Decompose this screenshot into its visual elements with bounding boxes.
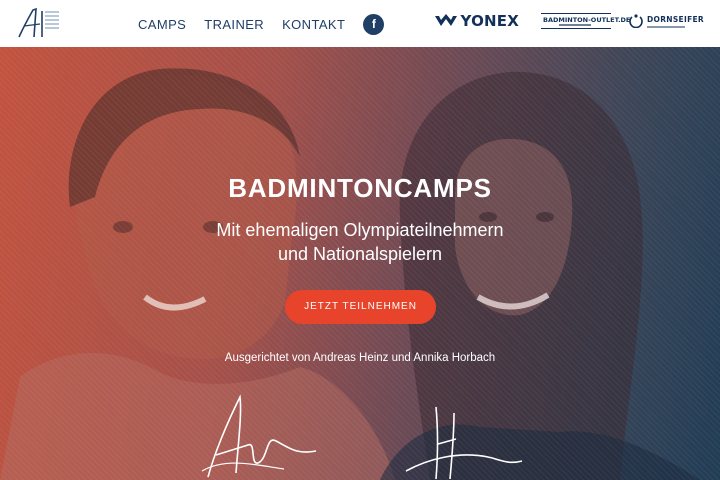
nav-kontakt[interactable]: KONTAKT bbox=[282, 16, 345, 34]
hero-section: BADMINTONCAMPS Mit ehemaligen Olympiatei… bbox=[0, 47, 720, 480]
yonex-logo[interactable]: YONEX bbox=[434, 12, 519, 30]
nav-camps[interactable]: CAMPS bbox=[138, 16, 186, 34]
facebook-icon[interactable]: f bbox=[363, 14, 385, 35]
ah-monogram-logo[interactable] bbox=[16, 6, 60, 40]
dornseifer-text: DORNSEIFER bbox=[647, 14, 704, 24]
yonex-text: YONEX bbox=[460, 12, 519, 30]
signature-andreas-heinz bbox=[201, 394, 317, 478]
nav-trainer[interactable]: TRAINER bbox=[204, 16, 264, 34]
dornseifer-tagline bbox=[647, 25, 685, 28]
hero-subtitle: Mit ehemaligen Olympiateilnehmern und Na… bbox=[0, 218, 720, 266]
jetzt-teilnehmen-button[interactable]: JETZT TEILNEHMEN bbox=[285, 290, 436, 324]
badminton-outlet-tagline bbox=[559, 24, 591, 26]
dornseifer-logo[interactable]: DORNSEIFER bbox=[629, 14, 704, 28]
yonex-mark-icon bbox=[434, 14, 457, 26]
hero-subtitle-line1: Mit ehemaligen Olympiateilnehmern bbox=[216, 220, 504, 240]
signature-annika-horbach bbox=[405, 406, 523, 480]
sponsor-logos: YONEX BADMINTON-OUTLET.DE DORNSEIFER bbox=[434, 12, 704, 30]
hosted-by-text: Ausgerichtet von Andreas Heinz und Annik… bbox=[224, 352, 496, 364]
dornseifer-mark-icon bbox=[629, 14, 643, 28]
hero-subtitle-line2: und Nationalspielern bbox=[277, 244, 443, 264]
badminton-outlet-logo[interactable]: BADMINTON-OUTLET.DE bbox=[541, 13, 630, 29]
site-header: CAMPS TRAINER KONTAKT f YONEX BADMINTON-… bbox=[0, 0, 720, 47]
hero-title: BADMINTONCAMPS bbox=[228, 173, 492, 203]
main-nav: CAMPS TRAINER KONTAKT f bbox=[138, 14, 385, 35]
badminton-outlet-text: BADMINTON-OUTLET.DE bbox=[543, 16, 631, 24]
